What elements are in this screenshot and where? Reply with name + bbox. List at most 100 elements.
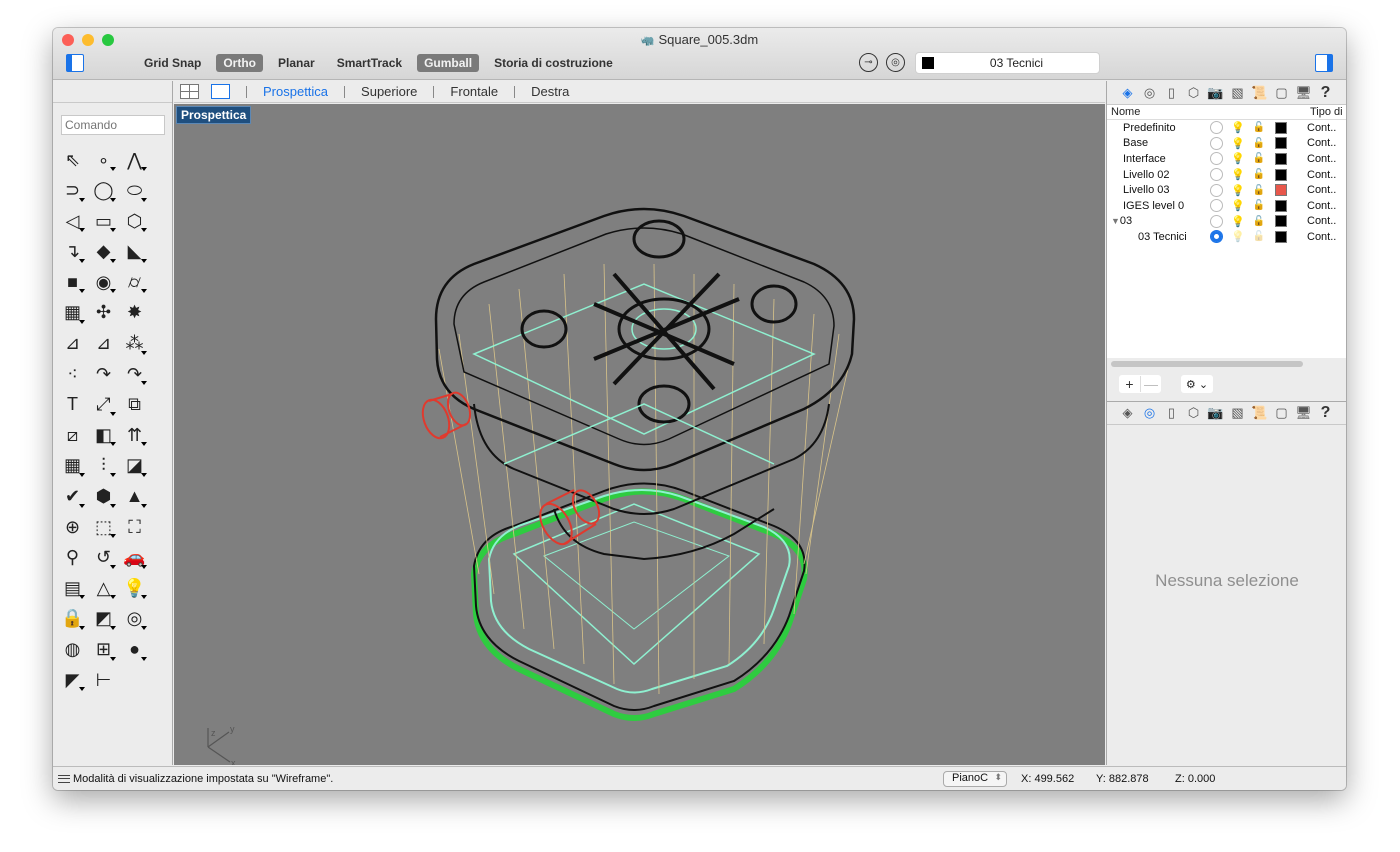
objects-icon[interactable]: △ xyxy=(88,573,119,603)
layer-linetype[interactable]: Cont.. xyxy=(1307,200,1336,212)
visibility-bulb-icon[interactable]: 💡 xyxy=(1227,121,1249,134)
rectangle-icon[interactable]: ▭ xyxy=(88,206,119,236)
current-layer-radio[interactable] xyxy=(1210,183,1223,197)
perspective-viewport[interactable]: Prospettica z y x xyxy=(174,104,1105,765)
display-tab-icon[interactable]: ▢ xyxy=(1273,405,1290,422)
visibility-bulb-icon[interactable]: 💡 xyxy=(1227,184,1249,197)
layers-header-type[interactable]: Tipo di xyxy=(1310,106,1343,118)
align-icon[interactable]: ⫶ xyxy=(88,451,119,481)
layer-name[interactable]: ▼03 xyxy=(1107,215,1207,227)
layer-row[interactable]: ▼03 💡 🔓 Cont.. xyxy=(1107,214,1346,230)
properties-tab-icon[interactable]: ◎ xyxy=(1141,84,1158,101)
layer-row[interactable]: Base 💡 🔓 Cont.. xyxy=(1107,136,1346,152)
notes-tab-icon[interactable]: 📜 xyxy=(1251,84,1268,101)
help-tab-icon[interactable]: ? xyxy=(1317,84,1334,101)
layer-color-swatch[interactable] xyxy=(1275,199,1287,212)
layer-material-icon[interactable]: ◩ xyxy=(88,604,119,634)
lock-icon[interactable]: 🔓 xyxy=(1249,216,1269,227)
viewport-tab-destra[interactable]: Destra xyxy=(531,84,569,99)
mode-toggle-storia-di-costruzione[interactable]: Storia di costruzione xyxy=(487,54,620,72)
current-layer-radio[interactable] xyxy=(1210,121,1223,135)
toggle-left-sidebar-button[interactable] xyxy=(66,54,84,72)
status-menu-icon[interactable] xyxy=(58,774,70,783)
layer-row[interactable]: Livello 03 💡 🔓 Cont.. xyxy=(1107,182,1346,198)
zoom-selected-icon[interactable]: ⚲ xyxy=(57,543,88,573)
add-layer-button[interactable]: + xyxy=(1119,376,1140,392)
group-icon[interactable]: ⁂ xyxy=(119,329,150,359)
mode-toggle-grid-snap[interactable]: Grid Snap xyxy=(137,54,208,72)
properties-tab-icon[interactable]: ◎ xyxy=(1141,405,1158,422)
visibility-bulb-icon[interactable]: 💡 xyxy=(1227,152,1249,165)
ellipse-icon[interactable]: ⬭ xyxy=(119,176,150,206)
layers-header-name[interactable]: Nome xyxy=(1107,106,1310,118)
camera-tab-icon[interactable]: 📷 xyxy=(1207,84,1224,101)
layer-name[interactable]: Interface xyxy=(1107,153,1207,165)
current-layer-radio[interactable] xyxy=(1210,199,1223,213)
layer-color-swatch[interactable] xyxy=(1275,168,1287,181)
analyze-solid-icon[interactable]: ⬢ xyxy=(88,482,119,512)
layer-options-gear-button[interactable]: ⚙ ⌄ xyxy=(1181,375,1213,393)
viewport-tab-superiore[interactable]: Superiore xyxy=(361,84,417,99)
check-icon[interactable]: ✔ xyxy=(57,482,88,512)
viewport-tab-frontale[interactable]: Frontale xyxy=(450,84,498,99)
current-layer-radio[interactable] xyxy=(1210,136,1223,150)
circle-icon[interactable]: ◯ xyxy=(88,176,119,206)
layer-row[interactable]: IGES level 0 💡 🔓 Cont.. xyxy=(1107,198,1346,214)
grid-sphere-icon[interactable]: ⊞ xyxy=(88,635,119,665)
dimension-icon[interactable]: ⊢ xyxy=(88,665,119,695)
layers-tab-icon[interactable]: ◈ xyxy=(1119,84,1136,101)
extrude-surface-icon[interactable]: ◣ xyxy=(119,237,150,267)
layer-color-swatch[interactable] xyxy=(1275,137,1287,150)
current-layer-selector[interactable]: 03 Tecnici xyxy=(915,52,1100,74)
layer-row[interactable]: 03 Tecnici 💡 🔓 Cont.. xyxy=(1107,229,1346,245)
box-icon[interactable]: ■ xyxy=(57,267,88,297)
document-tab-icon[interactable]: ▯ xyxy=(1163,84,1180,101)
current-layer-radio[interactable] xyxy=(1210,168,1223,182)
layer-color-swatch[interactable] xyxy=(1275,215,1287,228)
layer-name[interactable]: 03 Tecnici xyxy=(1107,231,1207,243)
polygon-icon[interactable]: ⬡ xyxy=(119,206,150,236)
layer-linetype[interactable]: Cont.. xyxy=(1307,231,1336,243)
point-icon[interactable]: ∘ xyxy=(88,145,119,175)
camera-tab-icon[interactable]: 📷 xyxy=(1207,405,1224,422)
command-input[interactable] xyxy=(61,115,165,135)
layer-name[interactable]: Base xyxy=(1107,137,1207,149)
edit-points-icon[interactable]: ↷ xyxy=(119,359,150,389)
move-icon[interactable]: ⤢ xyxy=(88,390,119,420)
trim-icon[interactable]: ⊿ xyxy=(57,329,88,359)
object-tab-icon[interactable]: ⬡ xyxy=(1185,84,1202,101)
document-tab-icon[interactable]: ▯ xyxy=(1163,405,1180,422)
disclosure-triangle-icon[interactable]: ▼ xyxy=(1111,216,1120,226)
explode-icon[interactable]: ✸ xyxy=(119,298,150,328)
visibility-bulb-icon[interactable]: 💡 xyxy=(1227,230,1249,243)
car-icon[interactable]: 🚗 xyxy=(119,543,150,573)
four-viewports-icon[interactable] xyxy=(180,84,199,99)
materials-tab-icon[interactable]: ▧ xyxy=(1229,84,1246,101)
wireframe-sphere-icon[interactable]: ◍ xyxy=(57,635,88,665)
visibility-bulb-icon[interactable]: 💡 xyxy=(1227,199,1249,212)
layer-linetype[interactable]: Cont.. xyxy=(1307,137,1336,149)
layer-color-swatch[interactable] xyxy=(1275,152,1287,165)
lock-icon[interactable]: 🔓 xyxy=(1249,200,1269,211)
copy-icon[interactable]: ⧉ xyxy=(119,390,150,420)
visibility-bulb-icon[interactable]: 💡 xyxy=(1227,215,1249,228)
layers-horizontal-scrollbar[interactable] xyxy=(1111,361,1303,367)
help-tab-icon[interactable]: ? xyxy=(1317,404,1334,422)
layer-row[interactable]: Interface 💡 🔓 Cont.. xyxy=(1107,151,1346,167)
polyline-icon[interactable]: ⋀ xyxy=(119,145,150,175)
lock-icon[interactable]: 🔒 xyxy=(57,604,88,634)
cylinder-icon[interactable]: ⌭ xyxy=(119,267,150,297)
render-pyramid-icon[interactable]: ▲ xyxy=(119,482,150,512)
perspective-cone-icon[interactable]: ◤ xyxy=(57,665,88,695)
current-layer-radio[interactable] xyxy=(1210,152,1223,166)
mode-toggle-smarttrack[interactable]: SmartTrack xyxy=(330,54,409,72)
curve-icon[interactable]: ⊃ xyxy=(57,176,88,206)
mode-toggle-planar[interactable]: Planar xyxy=(271,54,322,72)
layer-color-swatch[interactable] xyxy=(1275,230,1287,243)
current-layer-radio[interactable] xyxy=(1210,230,1223,244)
control-points-icon[interactable]: ↷ xyxy=(88,359,119,389)
single-viewport-icon[interactable] xyxy=(211,84,230,99)
array-icon[interactable]: ▦ xyxy=(57,451,88,481)
layer-linetype[interactable]: Cont.. xyxy=(1307,215,1336,227)
render-tab-icon[interactable]: 🖥 xyxy=(1295,405,1312,422)
